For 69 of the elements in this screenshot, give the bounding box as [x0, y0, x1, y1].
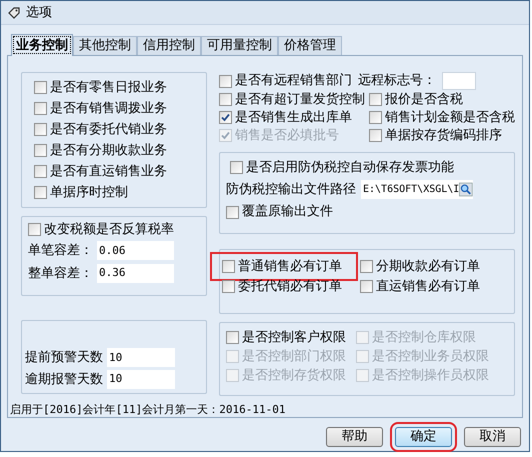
checkbox-label: 覆盖原输出文件 [242, 203, 333, 222]
field-label: 逾期报警天数 [25, 370, 103, 388]
checkbox-label: 是否有零售日报业务 [50, 78, 167, 97]
checkbox[interactable] [34, 186, 47, 199]
dialog-button[interactable]: 取消 [464, 427, 521, 447]
checkbox-label: 是否控制客户权限 [242, 328, 346, 347]
input-field[interactable]: 10 [107, 370, 175, 389]
field-label: 整单容差： [28, 264, 93, 282]
checkbox-label: 销售是否必填批号 [235, 126, 339, 145]
checkbox-label: 是否有委托代销业务 [50, 120, 167, 139]
checkbox-label: 是否有销售调拨业务 [50, 100, 167, 118]
checkbox[interactable] [34, 144, 47, 157]
checkbox-label: 委托代销必有订单 [238, 278, 342, 296]
field-label: 远程标志号： [358, 72, 436, 90]
tab[interactable]: 业务控制 [11, 34, 73, 56]
checkbox[interactable] [219, 74, 232, 88]
checkbox[interactable] [360, 260, 373, 273]
checkbox-label: 单据按存货编码排序 [385, 126, 502, 145]
checkbox-label: 是否有远程销售部门 [235, 72, 352, 90]
checkbox-label: 报价是否含税 [385, 90, 463, 109]
checkbox[interactable] [369, 93, 382, 106]
field-label: 防伪税控输出文件路径 [226, 181, 356, 199]
checkbox-label: 是否控制业务员权限 [372, 348, 489, 366]
checkbox[interactable] [34, 165, 47, 178]
input-field[interactable]: E:\T6SOFT\XSGL\I [361, 180, 473, 200]
checkbox-label: 单据序时控制 [50, 184, 128, 202]
input-field[interactable]: 10 [107, 348, 175, 368]
status-text: 启用于[2016]会计年[11]会计月第一天：2016-11-01 [10, 402, 286, 418]
checkbox[interactable] [226, 206, 239, 218]
checkbox-label: 普通销售必有订单 [238, 258, 342, 276]
checkbox[interactable] [222, 260, 235, 273]
tab[interactable]: 可用量控制 [201, 36, 278, 55]
checkbox[interactable] [219, 111, 232, 124]
tag-icon [7, 6, 21, 20]
checkbox[interactable] [230, 161, 243, 174]
checkbox[interactable] [34, 123, 47, 136]
checkbox-label: 是否控制操作员权限 [372, 366, 489, 385]
input-field[interactable] [442, 72, 476, 90]
checkbox-label: 改变税额是否反算税率 [44, 220, 174, 239]
input-field[interactable]: 0.36 [97, 264, 174, 283]
checkbox[interactable] [360, 280, 373, 293]
checkbox[interactable] [226, 331, 239, 344]
checkbox-label: 分期收款必有订单 [376, 258, 480, 276]
dialog-button[interactable]: 帮助 [326, 427, 383, 447]
checkbox-label: 是否启用防伪税控自动保存发票功能 [246, 158, 454, 177]
checkbox[interactable] [222, 280, 235, 293]
checkbox[interactable] [219, 93, 232, 106]
checkbox-label: 直运销售必有订单 [376, 278, 480, 296]
tab[interactable]: 信用控制 [137, 36, 201, 55]
input-field[interactable]: 0.06 [97, 241, 174, 260]
checkbox[interactable] [369, 129, 382, 142]
checkbox[interactable] [28, 223, 41, 236]
checkbox[interactable] [34, 102, 47, 115]
field-label: 提前预警天数 [25, 349, 103, 367]
checkbox[interactable] [34, 81, 47, 94]
checkbox-label: 是否控制存货权限 [242, 366, 346, 385]
checkbox-label: 是否控制部门权限 [242, 348, 346, 366]
window-title: 选项 [26, 4, 52, 22]
checkbox-label: 销售计划金额是否含税 [385, 108, 515, 127]
checkbox[interactable] [369, 111, 382, 124]
search-icon[interactable] [459, 181, 473, 198]
checkbox-label: 是否有分期收款业务 [50, 142, 167, 160]
field-label: 单笔容差： [28, 242, 93, 260]
tab[interactable]: 价格管理 [278, 36, 342, 55]
checkbox-label: 是否有直运销售业务 [50, 162, 167, 181]
checkbox-label: 是否控制仓库权限 [372, 328, 476, 347]
tab[interactable]: 其他控制 [73, 36, 137, 55]
checkbox-label: 是否销售生成出库单 [235, 108, 352, 127]
checkbox-label: 是否有超订量发货控制 [235, 90, 365, 109]
